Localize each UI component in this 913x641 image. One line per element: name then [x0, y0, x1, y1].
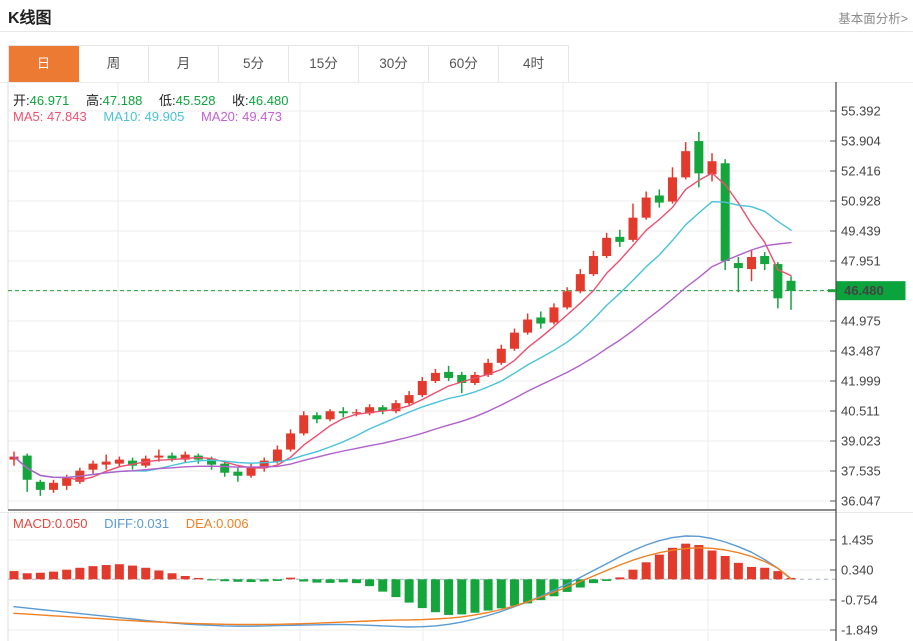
- macd-value: 0.050: [55, 516, 88, 531]
- svg-text:41.999: 41.999: [841, 374, 881, 389]
- ma5-label: MA5:: [13, 109, 43, 124]
- svg-text:52.416: 52.416: [841, 164, 881, 179]
- svg-text:36.047: 36.047: [841, 494, 881, 509]
- period-tabbar: 日 周 月 5分 15分 30分 60分 4时: [8, 45, 569, 83]
- open-label: 开:: [13, 93, 30, 108]
- svg-text:-0.754: -0.754: [841, 592, 878, 607]
- ma20-label: MA20:: [201, 109, 239, 124]
- diff-label: DIFF:: [104, 516, 137, 531]
- tab-week[interactable]: 周: [79, 46, 149, 82]
- svg-text:47.951: 47.951: [841, 254, 881, 269]
- low-value: 45.528: [176, 93, 216, 108]
- svg-text:-1.849: -1.849: [841, 622, 878, 637]
- tab-60min[interactable]: 60分: [429, 46, 499, 82]
- ma10-label: MA10:: [103, 109, 141, 124]
- tab-30min[interactable]: 30分: [359, 46, 429, 82]
- svg-text:49.439: 49.439: [841, 224, 881, 239]
- close-label: 收:: [232, 93, 249, 108]
- ma20-value: 49.473: [242, 109, 282, 124]
- svg-text:53.904: 53.904: [841, 134, 881, 149]
- svg-text:39.023: 39.023: [841, 434, 881, 449]
- ma-legend: MA5: 47.843 MA10: 49.905 MA20: 49.473: [13, 109, 282, 124]
- diff-value: 0.031: [137, 516, 170, 531]
- ohlc-legend: 开:46.971 高:47.188 低:45.528 收:46.480: [13, 90, 288, 109]
- page-header: K线图 基本面分析>: [0, 0, 913, 32]
- macd-label: MACD:: [13, 516, 55, 531]
- fundamental-analysis-link[interactable]: 基本面分析>: [838, 8, 908, 27]
- svg-text:40.511: 40.511: [841, 404, 880, 419]
- high-value: 47.188: [103, 93, 143, 108]
- tab-5min[interactable]: 5分: [219, 46, 289, 82]
- svg-text:44.975: 44.975: [841, 314, 881, 329]
- svg-text:46.480: 46.480: [844, 283, 884, 298]
- low-label: 低:: [159, 93, 176, 108]
- candlestick-chart[interactable]: 55.392 53.904 52.416 50.928 49.439 47.951 44.9…: [0, 82, 913, 512]
- open-value: 46.971: [30, 93, 70, 108]
- macd-panel[interactable]: 1.435 0.340 -0.754 -1.849: [0, 512, 913, 641]
- ma10-value: 49.905: [145, 109, 185, 124]
- kline-page: K线图 基本面分析> 日 周 月 5分 15分 30分 60分 4时 55.39…: [0, 0, 913, 641]
- tab-month[interactable]: 月: [149, 46, 219, 82]
- dea-value: 0.006: [216, 516, 249, 531]
- page-title: K线图: [8, 4, 52, 28]
- svg-text:43.487: 43.487: [841, 344, 881, 359]
- tab-day[interactable]: 日: [9, 46, 79, 82]
- tab-15min[interactable]: 15分: [289, 46, 359, 82]
- dea-label: DEA:: [186, 516, 216, 531]
- macd-legend: MACD:0.050 DIFF:0.031 DEA:0.006: [13, 516, 249, 531]
- high-label: 高:: [86, 93, 103, 108]
- svg-text:0.340: 0.340: [841, 562, 874, 577]
- svg-text:37.535: 37.535: [841, 464, 881, 479]
- tab-4hour[interactable]: 4时: [499, 46, 568, 82]
- svg-text:1.435: 1.435: [841, 532, 874, 547]
- close-value: 46.480: [249, 93, 289, 108]
- ma5-value: 47.843: [47, 109, 87, 124]
- svg-text:55.392: 55.392: [841, 104, 881, 119]
- svg-text:50.928: 50.928: [841, 194, 881, 209]
